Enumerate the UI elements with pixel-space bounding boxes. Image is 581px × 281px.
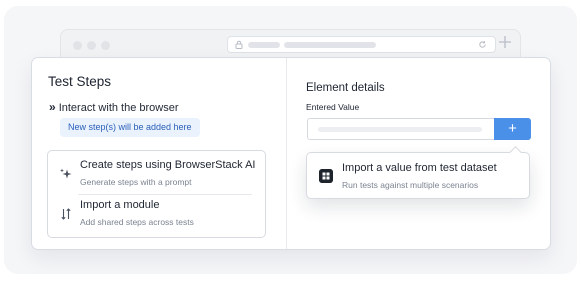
lock-icon bbox=[235, 40, 243, 49]
entered-value-label: Entered Value bbox=[306, 102, 360, 112]
address-bar[interactable] bbox=[227, 36, 496, 53]
url-placeholder bbox=[248, 42, 280, 48]
test-steps-title: Test Steps bbox=[48, 74, 112, 89]
option-subtitle: Add shared steps across tests bbox=[80, 217, 194, 227]
element-details-title: Element details bbox=[306, 82, 385, 94]
reload-icon[interactable] bbox=[478, 40, 487, 49]
interact-with-browser-step[interactable]: » Interact with the browser bbox=[49, 100, 179, 114]
option-title: Import a module bbox=[80, 199, 160, 211]
option-title: Create steps using BrowserStack AI bbox=[80, 159, 256, 171]
new-step-placeholder: New step(s) will be added here bbox=[60, 118, 200, 137]
url-placeholder bbox=[284, 42, 376, 48]
option-subtitle: Generate steps with a prompt bbox=[80, 177, 192, 187]
panel-divider bbox=[286, 58, 287, 249]
window-dot-maximize bbox=[101, 41, 110, 50]
popover-subtitle: Run tests against multiple scenarios bbox=[342, 180, 479, 190]
window-dot-close bbox=[73, 41, 82, 50]
add-value-button[interactable]: + bbox=[494, 118, 531, 140]
import-dataset-popover[interactable]: Import a value from test dataset Run tes… bbox=[306, 146, 530, 199]
new-tab-plus-icon[interactable] bbox=[498, 35, 512, 49]
import-module-option[interactable]: Import a module Add shared steps across … bbox=[48, 196, 265, 236]
double-chevron-icon: » bbox=[49, 100, 56, 114]
sparkle-icon bbox=[60, 168, 72, 179]
option-divider bbox=[78, 194, 252, 195]
input-placeholder-bar bbox=[318, 127, 482, 132]
window-dot-minimize bbox=[87, 41, 96, 50]
popover-title: Import a value from test dataset bbox=[342, 162, 497, 174]
entered-value-input[interactable] bbox=[307, 118, 495, 140]
dataset-grid-icon bbox=[319, 169, 333, 183]
create-steps-ai-option[interactable]: Create steps using BrowserStack AI Gener… bbox=[48, 156, 265, 196]
interact-label: Interact with the browser bbox=[58, 102, 179, 114]
add-step-options: Create steps using BrowserStack AI Gener… bbox=[47, 150, 266, 238]
arrows-up-down-icon bbox=[61, 208, 71, 220]
